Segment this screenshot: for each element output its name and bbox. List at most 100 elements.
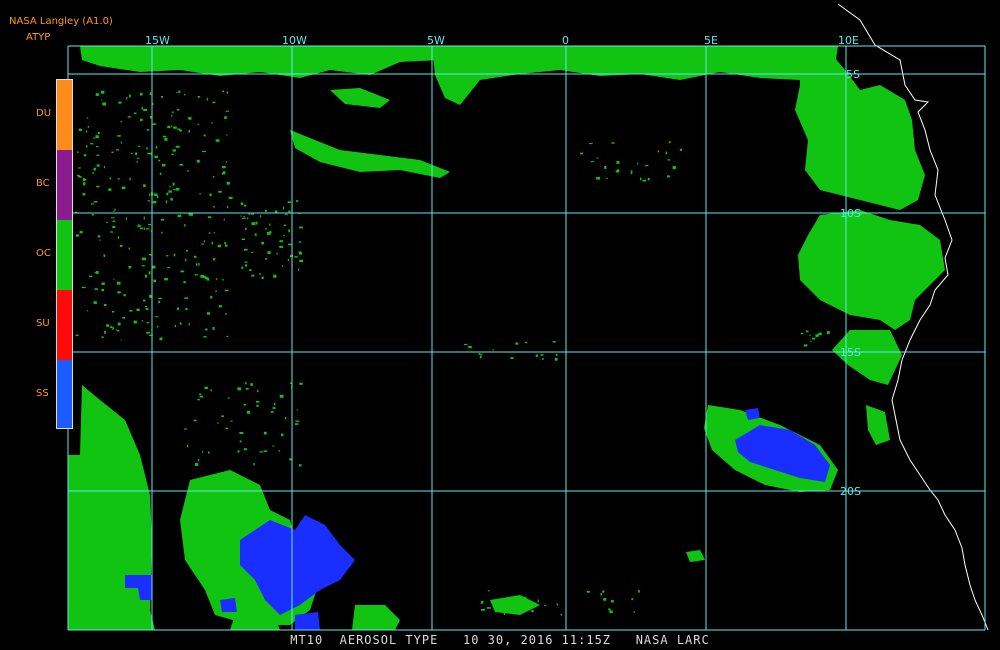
speckle <box>165 255 169 257</box>
speckle <box>178 90 181 93</box>
speckle <box>78 167 81 169</box>
speckle <box>93 301 97 304</box>
speckle <box>171 153 174 155</box>
speckle <box>148 223 152 226</box>
speckle <box>146 129 150 131</box>
speckle <box>215 290 217 293</box>
speckle <box>90 143 94 145</box>
speckle <box>93 201 98 203</box>
speckle <box>101 336 104 338</box>
speckle <box>143 299 146 302</box>
speckle <box>154 155 158 159</box>
speckle <box>109 177 112 180</box>
speckle <box>136 161 138 163</box>
speckle <box>237 450 240 453</box>
speckle <box>112 225 116 228</box>
speckle <box>596 177 600 180</box>
legend-label-ss: SS <box>36 388 49 399</box>
speckle <box>586 590 590 593</box>
speckle <box>289 458 292 461</box>
speckle <box>203 240 205 243</box>
speckle <box>92 172 94 174</box>
speckle <box>253 463 255 466</box>
aerosol-map: 15W 10W 5W 0 5E 10E 5S 10S 15S 20S <box>67 3 989 631</box>
speckle <box>175 145 180 148</box>
speckle <box>152 201 157 204</box>
speckle <box>101 282 105 285</box>
speckle <box>480 354 483 356</box>
speckle <box>97 235 101 238</box>
speckle <box>225 313 227 315</box>
speckle <box>195 463 199 466</box>
speckle <box>554 357 558 361</box>
map-subtitle: ATYP <box>26 32 51 43</box>
speckle <box>222 90 225 93</box>
speckle <box>149 193 151 197</box>
speckle <box>210 295 213 299</box>
speckle <box>140 227 143 230</box>
speckle <box>112 220 116 222</box>
speckle <box>810 340 812 342</box>
speckle <box>153 279 156 283</box>
speckle <box>171 125 173 127</box>
speckle <box>463 343 468 345</box>
speckle <box>112 327 114 330</box>
speckle <box>158 297 162 299</box>
speckle <box>152 265 156 269</box>
speckle <box>488 590 490 592</box>
speckle <box>259 273 261 275</box>
speckle <box>148 271 151 275</box>
speckle <box>133 320 137 324</box>
speckle <box>222 165 226 169</box>
speckle <box>129 177 131 181</box>
speckle <box>128 247 130 250</box>
lat-label-10s: 10S <box>840 207 861 220</box>
speckle <box>201 243 204 245</box>
speckle <box>103 166 105 169</box>
speckle <box>149 295 152 298</box>
speckle <box>241 217 246 219</box>
speckle <box>83 154 87 157</box>
speckle <box>281 265 284 267</box>
legend-label-du: DU <box>36 108 52 119</box>
speckle <box>199 393 202 395</box>
speckle <box>288 229 290 233</box>
speckle <box>227 397 230 399</box>
speckle <box>159 172 162 176</box>
speckle <box>215 139 220 142</box>
speckle <box>251 251 254 254</box>
speckle <box>299 382 303 385</box>
speckle <box>111 151 114 154</box>
speckle <box>172 182 175 186</box>
speckle <box>556 603 559 606</box>
speckle <box>241 266 244 269</box>
speckle <box>224 116 227 119</box>
speckle <box>227 205 229 209</box>
speckle <box>249 269 252 271</box>
speckle <box>143 108 148 111</box>
speckle <box>279 240 283 242</box>
speckle <box>194 255 197 258</box>
speckle <box>187 170 189 172</box>
speckle <box>278 450 280 452</box>
speckle <box>221 415 224 418</box>
speckle <box>809 334 811 336</box>
speckle <box>117 330 120 332</box>
speckle <box>209 193 212 197</box>
speckle <box>295 420 300 422</box>
speckle <box>95 93 99 96</box>
speckle <box>146 147 148 150</box>
speckle <box>215 278 218 280</box>
speckle <box>296 200 299 202</box>
speckle <box>204 276 208 279</box>
speckle <box>272 445 275 447</box>
speckle <box>117 236 120 239</box>
speckle <box>818 332 822 336</box>
speckle <box>531 610 534 613</box>
speckle <box>251 274 255 277</box>
speckle <box>147 152 151 155</box>
speckle <box>162 135 167 138</box>
speckle <box>602 590 605 593</box>
speckle <box>106 324 109 327</box>
speckle <box>245 382 247 385</box>
